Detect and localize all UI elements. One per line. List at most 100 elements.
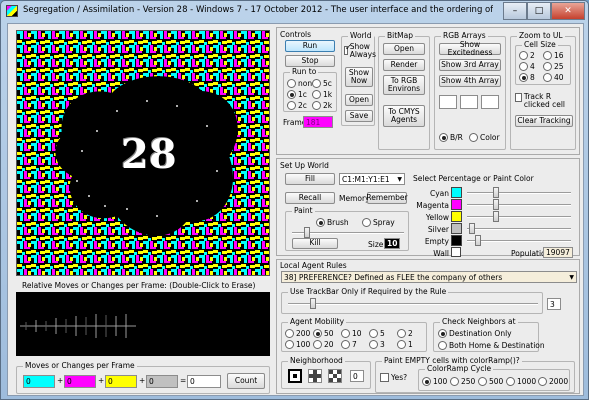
to-rgb-environs-button[interactable]: To RGB Environs [383,75,425,95]
controls-panel: Controls Run Stop Run to none 5c 1c 1k 2… [276,27,580,155]
radio-icon [369,340,378,349]
cyan-slider-track[interactable] [467,192,571,194]
bitmap-group: BitMap Open Render To RGB Environs To CM… [378,31,430,150]
mobility-50[interactable]: 50 [313,329,334,338]
cell-size-25[interactable]: 25 [543,62,564,71]
mobility-200[interactable]: 200 [285,329,310,338]
mobility-2[interactable]: 2 [397,329,413,338]
empty-slider-track[interactable] [467,240,571,242]
mobility-3[interactable]: 3 [369,340,385,349]
show-3rd-array-button[interactable]: Show 3rd Array [439,59,501,71]
neighborhood-vonneumann-icon[interactable] [308,369,322,383]
minimize-button[interactable]: – [503,2,527,20]
ramp-100[interactable]: 100 [422,377,447,386]
empty-slider-thumb[interactable] [475,235,481,246]
range-dropdown[interactable]: C1:M1:Y1:E1 ▼ [339,173,405,185]
empty-swatch[interactable] [451,235,462,246]
count-button[interactable]: Count [227,373,265,389]
destination-only-radio[interactable]: Destination Only [438,329,512,338]
cell-size-40[interactable]: 40 [543,73,564,82]
ramp-500[interactable]: 500 [478,377,503,386]
mobility-5[interactable]: 5 [369,329,385,338]
radio-icon [397,340,406,349]
world-save-button[interactable]: Save [345,110,373,122]
brush-size-slider-thumb[interactable] [304,227,310,238]
both-home-destination-radio[interactable]: Both Home & Destination [438,341,545,350]
cell-size-2[interactable]: 2 [519,51,535,60]
world-open-button[interactable]: Open [345,94,373,106]
rgb-b-field[interactable] [481,95,499,109]
radio-icon [450,377,459,386]
run-to-1k[interactable]: 1k [312,90,332,99]
yellow-swatch[interactable] [451,211,462,222]
moves-graph[interactable] [16,292,270,356]
paint-empty-group: Paint EMPTY cells with colorRamp()? Yes?… [375,356,575,393]
silver-slider-track[interactable] [467,228,571,230]
window-title: Segregation / Assimilation - Version 28 … [23,5,493,15]
cell-size-16[interactable]: 16 [543,51,564,60]
silver-slider-thumb[interactable] [469,223,475,234]
yellow-slider-track[interactable] [467,216,571,218]
mobility-20[interactable]: 20 [313,340,334,349]
cell-size-title: Cell Size [522,40,558,49]
simulation-canvas[interactable]: 28 [16,30,270,276]
rule-dropdown[interactable]: 38] PREFERENCE? Defined as FLEE the comp… [281,271,577,283]
size-field: 10 [384,238,400,249]
show-excitedness-button[interactable]: Show Excitedness [439,40,501,57]
run-to-2c[interactable]: 2c [287,101,307,110]
brush-radio[interactable]: Brush [316,218,349,227]
show-now-button[interactable]: Show Now [345,67,373,87]
neighborhood-diagonal-icon[interactable] [328,369,342,383]
cyan-slider-thumb[interactable] [493,187,499,198]
yellow-slider-thumb[interactable] [493,211,499,222]
ramp-1000[interactable]: 1000 [506,377,536,386]
mobility-100[interactable]: 100 [285,340,310,349]
rgb-r-field[interactable] [439,95,457,109]
silver-swatch[interactable] [451,223,462,234]
mobility-7[interactable]: 7 [341,340,357,349]
magenta-slider-thumb[interactable] [493,199,499,210]
zoom-group: Zoom to UL Cell Size 2 16 4 25 8 40 Trac… [510,31,576,150]
track-r-checkbox[interactable]: Track R clicked cell [515,93,573,109]
color-label-silver: Silver [427,225,449,234]
radio-icon [287,101,296,110]
rule-trackbar-thumb[interactable] [310,298,316,309]
paint-empty-yes-checkbox[interactable]: Yes? [380,373,407,382]
cyan-swatch[interactable] [451,187,462,198]
magenta-slider-track[interactable] [467,204,571,206]
radio-selected-icon [287,90,296,99]
stop-button[interactable]: Stop [285,55,335,67]
show-4th-array-button[interactable]: Show 4th Array [439,75,501,87]
mobility-10[interactable]: 10 [341,329,362,338]
run-to-5c[interactable]: 5c [312,79,332,88]
show-always-checkbox[interactable]: Show Always [344,43,376,58]
ramp-2000[interactable]: 2000 [538,377,568,386]
color-label-empty: Empty [424,237,449,246]
render-button[interactable]: Render [383,59,425,71]
remember-button[interactable]: Remember [366,192,408,204]
cell-size-4[interactable]: 4 [519,62,535,71]
rule-trackbar-track[interactable] [288,303,538,305]
mode-color-radio[interactable]: Color [469,133,500,142]
mode-br-radio[interactable]: B/R [439,133,463,142]
spray-radio[interactable]: Spray [362,218,395,227]
close-button[interactable]: ✕ [551,2,585,20]
maximize-button[interactable]: □ [527,2,551,20]
kill-button[interactable]: Kill [292,238,338,249]
bitmap-open-button[interactable]: Open [383,43,425,55]
to-cmys-agents-button[interactable]: To CMYS Agents [383,105,425,127]
mobility-1[interactable]: 1 [397,340,413,349]
recall-button[interactable]: Recall [285,192,335,204]
fill-button[interactable]: Fill [285,173,335,185]
run-to-2k[interactable]: 2k [312,101,332,110]
neighborhood-moore-icon[interactable] [288,369,302,383]
run-to-1c[interactable]: 1c [287,90,307,99]
magenta-swatch[interactable] [451,199,462,210]
wall-swatch[interactable] [451,247,461,257]
rgb-g-field[interactable] [460,95,478,109]
clear-tracking-button[interactable]: Clear Tracking [515,115,573,127]
cell-size-8[interactable]: 8 [519,73,535,82]
run-button[interactable]: Run [285,40,335,52]
total-moves-field: 0 [187,375,221,388]
ramp-250[interactable]: 250 [450,377,475,386]
